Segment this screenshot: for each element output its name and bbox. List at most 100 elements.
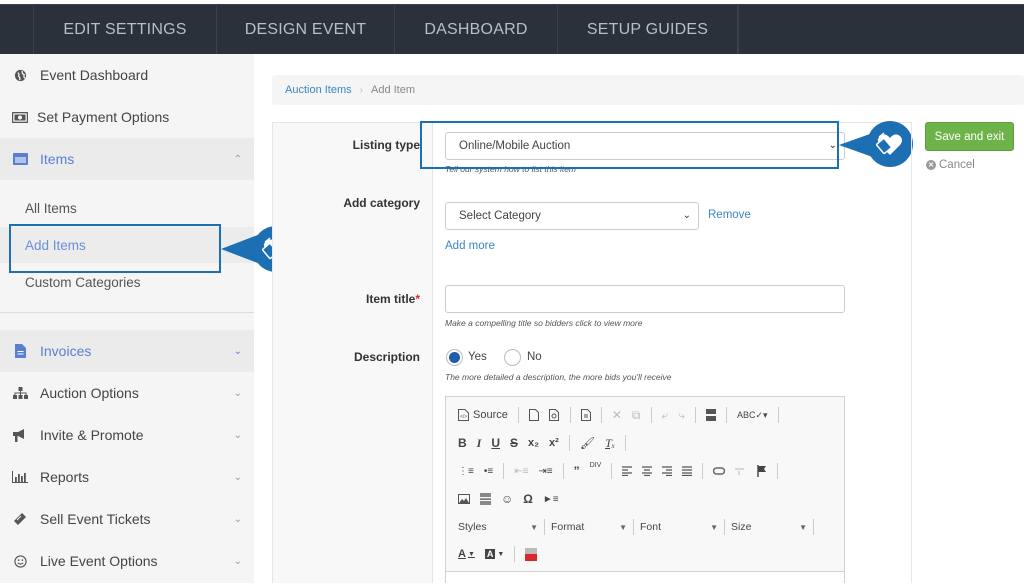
link-icon[interactable] (713, 462, 726, 480)
cancel-label: Cancel (939, 159, 975, 171)
sidebar-item-invoices[interactable]: Invoices ⌄ (0, 330, 254, 372)
sidebar-item-items[interactable]: Items ⌃ (0, 138, 254, 180)
cancel-button[interactable]: ✕ Cancel (926, 159, 975, 171)
strikethrough-icon[interactable]: S (510, 434, 518, 452)
bulleted-list-icon[interactable]: •≡ (484, 462, 493, 480)
description-no-radio[interactable] (504, 349, 521, 366)
editor-toolbar-row-1: </> Source ✕ ⧉ ⤶ ⤷ ABC✓▾ (458, 405, 789, 425)
save-and-exit-button[interactable]: Save and exit (925, 122, 1014, 151)
styles-combo[interactable]: Styles ▼ (458, 521, 538, 533)
description-yes-radio[interactable] (446, 349, 463, 366)
special-character-icon[interactable]: Ω (523, 490, 533, 508)
breadcrumb-separator: › (359, 84, 363, 96)
toolbar-separator (725, 407, 727, 423)
redo-icon[interactable]: ⤷ (678, 406, 685, 424)
add-more-category-link[interactable]: Add more (445, 240, 495, 252)
cut-icon[interactable]: ✕ (612, 406, 622, 424)
editor-content-area[interactable] (446, 571, 844, 584)
decrease-indent-icon[interactable]: ⇤≡ (514, 462, 528, 480)
underline-icon[interactable]: U (491, 434, 500, 452)
remove-category-link[interactable]: Remove (708, 209, 751, 221)
editor-toolbar-row-2: B I U S x₂ x² 🖌 Tₓ (458, 433, 636, 453)
money-icon (0, 111, 40, 123)
dropdown-icon: ▼ (530, 522, 538, 532)
insert-list-icon[interactable]: ►≡ (543, 490, 559, 508)
copy-formatting-icon[interactable]: 🖌 (580, 434, 595, 452)
horizontal-line-icon[interactable] (480, 490, 491, 508)
copy-icon[interactable]: ⧉ (632, 406, 641, 424)
preview-icon[interactable] (548, 406, 560, 424)
subscript-icon[interactable]: x₂ (528, 434, 539, 452)
source-button[interactable]: </> Source (458, 406, 508, 424)
numbered-list-icon[interactable]: ⋮≡ (458, 462, 474, 480)
background-color-icon[interactable]: A ▼ (484, 545, 504, 563)
editor-toolbar-row-3: ⋮≡ •≡ ⇤≡ ⇥≡ ” DIV (458, 461, 788, 481)
sidebar-divider (0, 312, 254, 313)
tab-edit-settings[interactable]: EDIT SETTINGS (34, 5, 217, 54)
editor-toolbar-row-6: A ▼ A ▼ (458, 544, 547, 564)
justify-icon[interactable] (682, 462, 693, 480)
cancel-circle-x-icon: ✕ (926, 160, 936, 170)
sidebar-item-live-event-options[interactable]: Live Event Options ⌄ (0, 540, 254, 582)
sidebar-item-label: Items (40, 151, 75, 167)
sidebar-item-auction-options[interactable]: Auction Options ⌄ (0, 372, 254, 414)
remove-format-icon[interactable]: Tₓ (605, 434, 615, 452)
breadcrumb: Auction Items › Add Item (272, 75, 1024, 105)
tab-dashboard[interactable]: DASHBOARD (395, 5, 558, 54)
chevron-down-icon: ⌄ (233, 513, 242, 525)
italic-icon[interactable]: I (477, 434, 482, 452)
toolbar-separator (544, 519, 545, 535)
spellcheck-icon[interactable]: ABC✓▾ (737, 406, 768, 424)
font-combo[interactable]: Font ▼ (640, 521, 718, 533)
sitemap-icon (0, 387, 40, 399)
align-center-icon[interactable] (642, 462, 653, 480)
nav-spacer (0, 5, 34, 54)
align-left-icon[interactable] (622, 462, 633, 480)
undo-icon[interactable]: ⤶ (662, 406, 669, 424)
size-combo[interactable]: Size ▼ (731, 521, 807, 533)
size-label: Size (731, 521, 752, 533)
bold-icon[interactable]: B (458, 434, 467, 452)
sidebar-item-set-payment-options[interactable]: Set Payment Options (0, 96, 254, 138)
breadcrumb-current: Add Item (370, 84, 416, 96)
create-div-icon[interactable]: DIV (590, 462, 602, 480)
tab-setup-guides[interactable]: SETUP GUIDES (558, 5, 738, 54)
toolbar-separator (569, 407, 571, 423)
toolbar-separator (503, 463, 505, 479)
highlight-box-listing-type (420, 121, 839, 169)
superscript-icon[interactable]: x² (549, 434, 559, 452)
unlink-icon[interactable] (735, 462, 747, 480)
sidebar-subitem-all-items[interactable]: All Items (0, 190, 254, 226)
breadcrumb-auction-items[interactable]: Auction Items (285, 84, 352, 96)
smiley-icon[interactable]: ☺ (501, 490, 513, 508)
chevron-down-icon: ⌄ (233, 429, 242, 441)
sidebar-item-reports[interactable]: Reports ⌄ (0, 456, 254, 498)
item-title-input[interactable] (445, 285, 845, 313)
sidebar-item-sell-event-tickets[interactable]: Sell Event Tickets ⌄ (0, 498, 254, 540)
svg-text:</>: </> (460, 414, 467, 420)
styles-label: Styles (458, 521, 487, 533)
category-select[interactable]: Select Category ⌄ (445, 202, 699, 230)
tab-design-event[interactable]: DESIGN EVENT (217, 5, 395, 54)
toolbar-separator (562, 463, 564, 479)
page-break-icon[interactable] (705, 406, 716, 424)
toolbar-separator (777, 407, 779, 423)
align-right-icon[interactable] (662, 462, 673, 480)
new-page-icon[interactable] (528, 406, 539, 424)
chevron-down-icon: ⌄ (233, 387, 242, 399)
text-color-icon[interactable]: A ▼ (458, 545, 475, 563)
sidebar-item-event-dashboard[interactable]: Event Dashboard (0, 54, 254, 96)
item-title-label: Item title* (366, 292, 420, 306)
chevron-down-icon: ⌄ (233, 471, 242, 483)
toolbar-separator (694, 407, 696, 423)
megaphone-icon (0, 428, 40, 442)
sidebar-item-invite-promote[interactable]: Invite & Promote ⌄ (0, 414, 254, 456)
blockquote-icon[interactable]: ” (574, 462, 580, 480)
anchor-flag-icon[interactable] (757, 462, 767, 480)
top-navigation: EDIT SETTINGS DESIGN EVENT DASHBOARD SET… (0, 4, 1024, 54)
templates-icon[interactable] (580, 406, 591, 424)
image-icon[interactable] (458, 490, 470, 508)
youtube-icon[interactable] (525, 545, 538, 563)
increase-indent-icon[interactable]: ⇥≡ (538, 462, 552, 480)
format-combo[interactable]: Format ▼ (551, 521, 627, 533)
